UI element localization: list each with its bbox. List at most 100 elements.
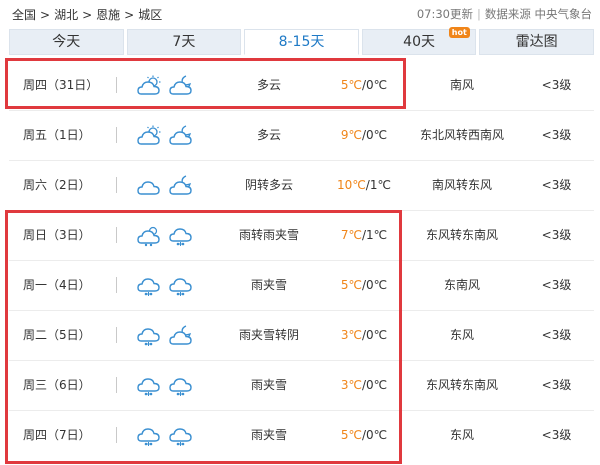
sleet-cloud-icon <box>137 277 169 296</box>
forecast-tabs: 今天 7天 8-15天 40天 hot 雷达图 <box>9 27 594 55</box>
breadcrumb-item[interactable]: 湖北 <box>54 8 78 22</box>
wind-direction: 东风转东南风 <box>425 228 498 242</box>
weather-icons <box>137 210 207 260</box>
wind-direction: 南风 <box>449 78 474 92</box>
column-divider <box>116 277 117 293</box>
temperature: 3℃/0℃ <box>329 360 399 410</box>
high-temp: 5℃ <box>340 428 362 442</box>
update-time: 07:30更新 <box>416 7 473 21</box>
forecast-row: 周二（5日） 雨夹雪转阴 3℃/0℃ 东风 <3级 <box>9 310 594 360</box>
wind-level: <3级 <box>541 78 572 92</box>
low-temp: /1℃ <box>365 178 391 192</box>
tab-40-days[interactable]: 40天 hot <box>361 27 477 55</box>
low-temp: /0℃ <box>361 128 388 142</box>
breadcrumb-item[interactable]: 全国 <box>12 8 36 22</box>
weather-icons <box>137 60 207 110</box>
data-source: 数据来源 中央气象台 <box>484 7 592 21</box>
forecast-row: 周三（6日） 雨夹雪 3℃/0℃ 东风转东南风 <3级 <box>9 360 594 410</box>
sleet-cloud-icon <box>169 277 201 296</box>
forecast-day: 周六（2日） <box>23 178 91 192</box>
sleet-cloud-icon <box>137 377 169 396</box>
wind-direction: 东南风 <box>443 278 480 292</box>
tab-today[interactable]: 今天 <box>9 29 124 55</box>
moon-cloud-icon <box>169 324 201 345</box>
sleet-cloud-icon <box>137 427 169 446</box>
high-temp: 10℃ <box>337 178 366 192</box>
weather-icons <box>137 410 207 460</box>
wind-level: <3级 <box>541 228 572 242</box>
weather-description: 阴转多云 <box>244 178 293 192</box>
sleet-cloud-icon <box>137 327 169 346</box>
weather-icons <box>137 260 207 310</box>
forecast-day: 周三（6日） <box>23 378 91 392</box>
weather-description: 雨夹雪转阴 <box>238 328 299 342</box>
hot-badge: hot <box>448 27 470 38</box>
forecast-day: 周五（1日） <box>23 128 91 142</box>
rain-cloud-icon <box>137 226 169 246</box>
low-temp: /0℃ <box>361 378 388 392</box>
temperature: 9℃/0℃ <box>329 110 399 160</box>
wind-direction: 东风转东南风 <box>425 378 498 392</box>
tab-label: 7天 <box>172 34 196 50</box>
breadcrumb-sep: > <box>40 8 51 22</box>
wind-level: <3级 <box>541 178 572 192</box>
sleet-cloud-icon <box>169 227 201 246</box>
weather-description: 多云 <box>256 128 281 142</box>
temperature: 10℃/1℃ <box>329 160 399 210</box>
forecast-row: 周五（1日） 多云 9℃/0℃ 东北风转西南风 <3级 <box>9 110 594 160</box>
forecast-day: 周四（31日） <box>23 78 99 92</box>
breadcrumb: 全国 > 湖北 > 恩施 > 城区 <box>10 6 164 23</box>
low-temp: /0℃ <box>361 78 388 92</box>
weather-description: 雨夹雪 <box>250 278 287 292</box>
meta-sep: | <box>476 7 481 21</box>
temperature: 5℃/0℃ <box>329 410 399 460</box>
forecast-day: 周一（4日） <box>23 278 91 292</box>
weather-description: 雨夹雪 <box>250 378 287 392</box>
wind-direction: 东风 <box>449 428 474 442</box>
weather-icons <box>137 360 207 410</box>
high-temp: 9℃ <box>340 128 362 142</box>
moon-cloud-icon <box>169 174 201 195</box>
forecast-row: 周一（4日） 雨夹雪 5℃/0℃ 东南风 <3级 <box>9 260 594 310</box>
column-divider <box>116 177 117 193</box>
update-meta: 07:30更新 | 数据来源 中央气象台 <box>417 6 592 22</box>
breadcrumb-sep: > <box>124 8 135 22</box>
temperature: 7℃/1℃ <box>329 210 399 260</box>
tab-radar[interactable]: 雷达图 <box>479 29 594 55</box>
tab-7-days[interactable]: 7天 <box>126 29 242 55</box>
weather-description: 多云 <box>256 78 281 92</box>
tab-8-15-days[interactable]: 8-15天 <box>244 29 359 55</box>
temperature: 5℃/0℃ <box>329 260 399 310</box>
forecast-day: 周四（7日） <box>23 428 91 442</box>
weather-description: 雨转雨夹雪 <box>238 228 299 242</box>
moon-cloud-icon <box>169 74 201 95</box>
column-divider <box>116 427 117 443</box>
low-temp: /0℃ <box>361 428 388 442</box>
breadcrumb-sep: > <box>82 8 93 22</box>
weather-icons <box>137 310 207 360</box>
wind-level: <3级 <box>541 428 572 442</box>
temperature: 3℃/0℃ <box>329 310 399 360</box>
partly-cloudy-icon <box>137 75 169 95</box>
temperature: 5℃/0℃ <box>329 60 399 110</box>
weather-icons <box>137 160 207 210</box>
top-bar: 全国 > 湖北 > 恩施 > 城区 07:30更新 | 数据来源 中央气象台 <box>0 0 600 28</box>
high-temp: 5℃ <box>340 278 362 292</box>
sleet-cloud-icon <box>169 377 201 396</box>
forecast-day: 周日（3日） <box>23 228 91 242</box>
forecast-row: 周四（31日） 多云 5℃/0℃ 南风 <3级 <box>9 60 594 110</box>
low-temp: /0℃ <box>361 328 388 342</box>
weather-description: 雨夹雪 <box>250 428 287 442</box>
tab-label: 今天 <box>52 34 81 50</box>
high-temp: 3℃ <box>340 328 362 342</box>
tab-label: 40天 <box>403 34 435 50</box>
high-temp: 5℃ <box>340 78 362 92</box>
forecast-row: 周四（7日） 雨夹雪 5℃/0℃ 东风 <3级 <box>9 410 594 460</box>
partly-cloudy-icon <box>137 125 169 145</box>
cloudy-icon <box>137 178 169 195</box>
forecast-row: 周六（2日） 阴转多云 10℃/1℃ 南风转东风 <3级 <box>9 160 594 210</box>
breadcrumb-item[interactable]: 恩施 <box>96 8 120 22</box>
column-divider <box>116 127 117 143</box>
breadcrumb-item: 城区 <box>138 8 163 22</box>
tab-label: 雷达图 <box>515 34 558 50</box>
